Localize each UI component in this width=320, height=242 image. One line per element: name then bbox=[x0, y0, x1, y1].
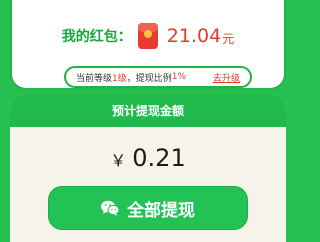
withdraw-amount: 0.21 bbox=[132, 144, 186, 172]
level-value: 1级 bbox=[112, 73, 127, 84]
ratio-value: 1% bbox=[171, 72, 187, 82]
balance-row: 我的红包： 21.04 元 bbox=[12, 23, 284, 49]
withdraw-button-label: 全部提现 bbox=[127, 200, 195, 221]
red-envelope-icon bbox=[137, 23, 158, 49]
upgrade-link[interactable]: 去升级 bbox=[213, 71, 240, 84]
red-packet-balance-card: 我的红包： 21.04 元 当前等级 1级 ，提现比例 1% 去升级 bbox=[10, 0, 286, 90]
withdraw-card: 预计提现金额 ￥ 0.21 全部提现 bbox=[10, 94, 286, 242]
level-info-pill: 当前等级 1级 ，提现比例 1% 去升级 bbox=[64, 66, 252, 88]
currency-symbol: ￥ bbox=[110, 151, 127, 170]
withdraw-amount-row: ￥ 0.21 bbox=[10, 144, 286, 172]
level-prefix: 当前等级 bbox=[76, 73, 113, 84]
wechat-icon bbox=[101, 200, 119, 216]
balance-unit: 元 bbox=[222, 32, 235, 46]
withdraw-all-button[interactable]: 全部提现 bbox=[48, 186, 248, 230]
balance-label: 我的红包： bbox=[61, 29, 132, 45]
ratio-label: ，提现比例 bbox=[126, 73, 172, 84]
withdraw-header: 预计提现金额 bbox=[10, 94, 286, 127]
balance-amount: 21.04 bbox=[166, 25, 222, 47]
